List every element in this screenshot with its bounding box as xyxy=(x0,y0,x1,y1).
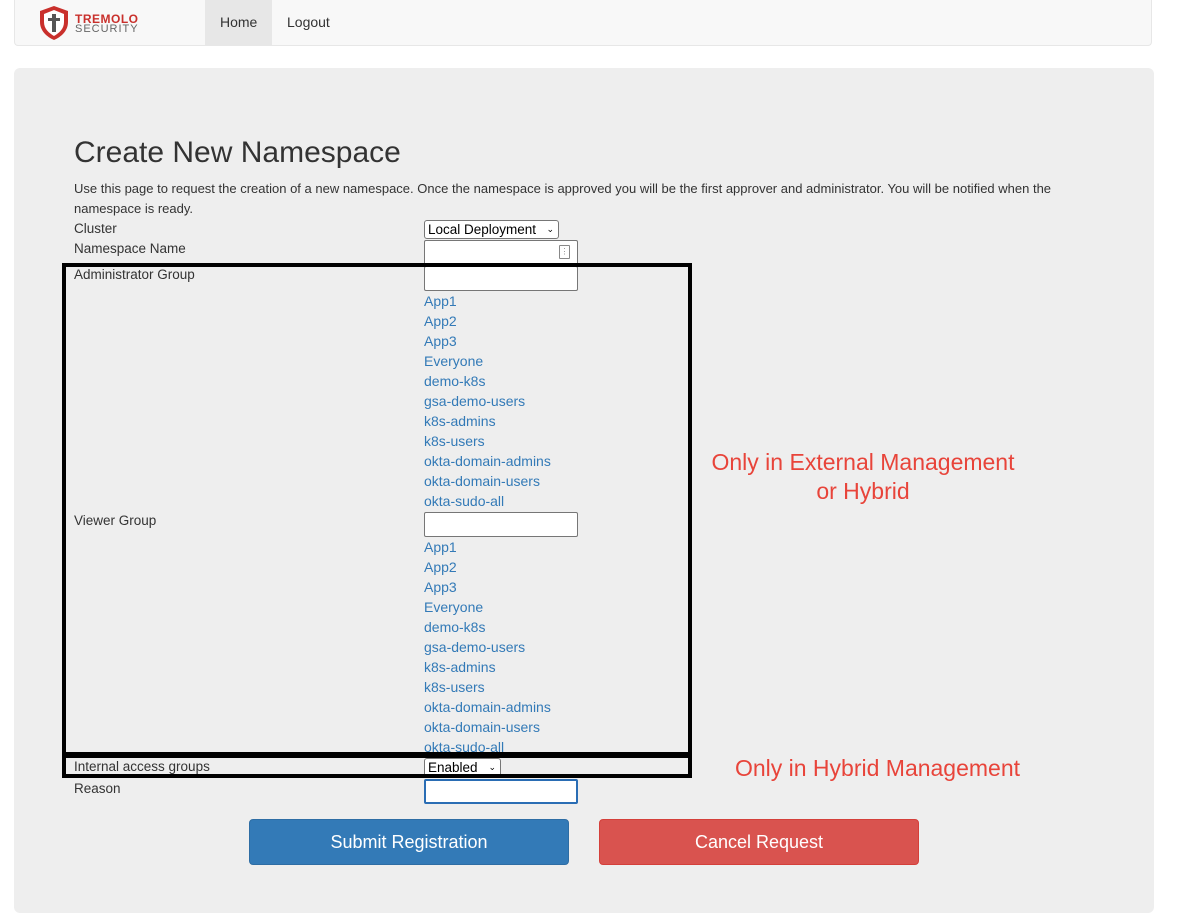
page-title: Create New Namespace xyxy=(74,136,401,169)
cluster-select[interactable]: Local Deployment ⌄ xyxy=(424,220,559,239)
contact-card-icon: ⋮ xyxy=(559,245,570,259)
external-management-note-line1: Only in External Management xyxy=(711,449,1015,475)
top-navbar: TREMOLO SECURITY Home Logout xyxy=(14,0,1152,46)
page-intro: Use this page to request the creation of… xyxy=(74,181,1052,216)
cancel-request-button[interactable]: Cancel Request xyxy=(599,819,919,865)
reason-label: Reason xyxy=(74,781,121,796)
nav-home-link[interactable]: Home xyxy=(205,0,272,46)
logo-text-security: SECURITY xyxy=(75,23,139,35)
namespace-name-label: Namespace Name xyxy=(74,241,186,256)
external-management-note: Only in External Management or Hybrid xyxy=(700,448,1026,506)
cluster-select-value: Local Deployment xyxy=(428,222,537,237)
chevron-down-icon: ⌄ xyxy=(546,224,554,234)
shield-logo-icon xyxy=(40,6,68,40)
reason-input[interactable] xyxy=(424,779,578,804)
hybrid-management-highlight-box xyxy=(62,754,692,778)
cluster-label: Cluster xyxy=(74,221,117,236)
submit-registration-button[interactable]: Submit Registration xyxy=(249,819,569,865)
external-management-note-line2: or Hybrid xyxy=(816,478,910,504)
hybrid-management-note: Only in Hybrid Management xyxy=(734,755,1021,781)
nav-logout-link[interactable]: Logout xyxy=(272,0,345,46)
namespace-name-input[interactable]: ⋮ xyxy=(424,240,578,265)
tremolo-logo[interactable]: TREMOLO SECURITY xyxy=(37,4,152,42)
external-management-highlight-box xyxy=(62,263,692,756)
